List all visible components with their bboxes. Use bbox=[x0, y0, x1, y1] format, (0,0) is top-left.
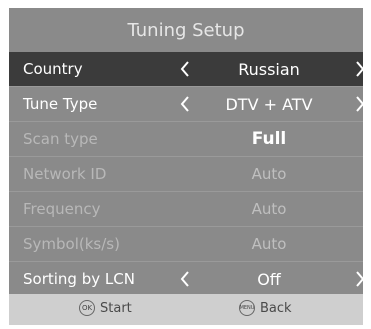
setting-row-sorting-by-lcn[interactable]: Sorting by LCN Off bbox=[9, 262, 365, 296]
setting-row-scan-type: Scan type Full bbox=[9, 122, 363, 156]
setting-label: Country bbox=[23, 60, 83, 78]
setting-row-network-id: Network ID Auto bbox=[9, 157, 363, 191]
setting-row-tune-type[interactable]: Tune Type DTV + ATV bbox=[9, 87, 365, 121]
setting-value: Off bbox=[257, 269, 281, 289]
start-label: Start bbox=[100, 300, 132, 316]
chevron-right-icon[interactable] bbox=[353, 270, 367, 288]
chevron-left-icon[interactable] bbox=[178, 60, 192, 78]
menu-button-icon: MENU bbox=[239, 300, 255, 316]
chevron-right-icon[interactable] bbox=[353, 60, 367, 78]
setting-value: Russian bbox=[238, 59, 300, 79]
back-label: Back bbox=[260, 300, 292, 316]
setting-label: Scan type bbox=[23, 130, 98, 148]
setting-label: Tune Type bbox=[23, 95, 98, 113]
footer-hints: OK Start MENU Back bbox=[9, 294, 363, 325]
setting-value: DTV + ATV bbox=[225, 94, 313, 114]
setting-label: Frequency bbox=[23, 200, 101, 218]
chevron-left-icon[interactable] bbox=[178, 95, 192, 113]
tuning-setup-panel: Tuning Setup Country Russian Tune Type D… bbox=[9, 8, 365, 325]
setting-label: Network ID bbox=[23, 165, 107, 183]
ok-button-icon: OK bbox=[79, 300, 95, 316]
chevron-right-icon[interactable] bbox=[353, 95, 367, 113]
setting-value: Auto bbox=[251, 165, 287, 183]
setting-value: Auto bbox=[251, 235, 287, 253]
start-hint[interactable]: OK Start bbox=[79, 300, 132, 316]
menu-title: Tuning Setup bbox=[127, 19, 245, 41]
setting-label: Sorting by LCN bbox=[23, 270, 135, 288]
setting-row-symbol-rate: Symbol(ks/s) Auto bbox=[9, 227, 363, 261]
back-hint[interactable]: MENU Back bbox=[239, 300, 292, 316]
setting-row-country[interactable]: Country Russian bbox=[9, 52, 365, 86]
setting-row-frequency: Frequency Auto bbox=[9, 192, 363, 226]
setting-label: Symbol(ks/s) bbox=[23, 235, 120, 253]
chevron-left-icon[interactable] bbox=[178, 270, 192, 288]
setting-value: Auto bbox=[251, 200, 287, 218]
setting-value: Full bbox=[251, 129, 287, 149]
